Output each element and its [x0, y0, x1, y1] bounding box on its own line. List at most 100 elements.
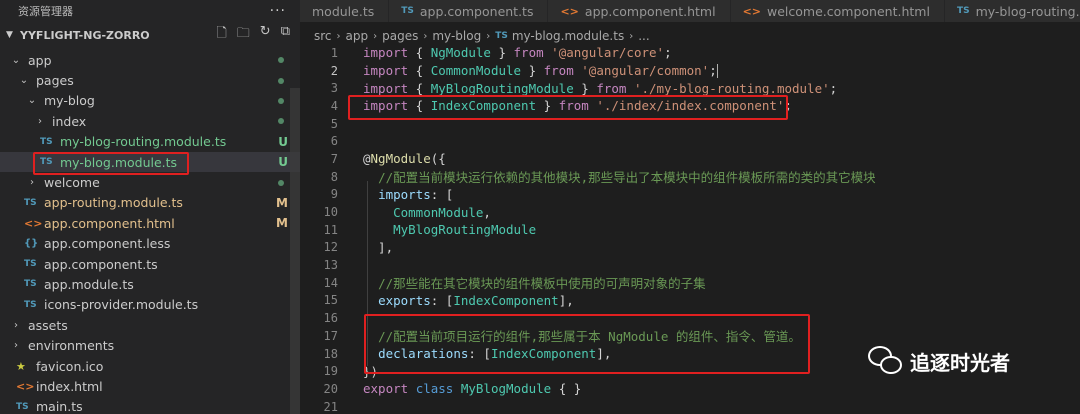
ts-file-icon: TS — [24, 299, 37, 310]
breadcrumb-item[interactable]: app — [346, 29, 369, 43]
editor-tab[interactable]: TS my-blog-routing.module.ts — [944, 0, 1080, 22]
explorer-header: 资源管理器 ··· — [0, 0, 300, 22]
tree-item-label: environments — [28, 338, 115, 354]
tree-folder[interactable]: › assets — [0, 315, 300, 335]
git-status-badge: M — [276, 216, 288, 231]
editor-tab[interactable]: TS app.component.ts — [389, 0, 549, 22]
editor-tab[interactable]: <> welcome.component.html — [730, 0, 945, 22]
code-line[interactable]: 2 import { CommonModule } from '@angular/… — [300, 62, 1080, 80]
tab-label: app.component.html — [584, 3, 716, 19]
new-folder-icon[interactable]: 🗀 — [237, 24, 250, 46]
collapse-all-icon[interactable]: ⧉ — [281, 24, 290, 46]
tree-folder[interactable]: › welcome — [0, 172, 300, 192]
tree-file[interactable]: TS main.ts — [0, 397, 300, 414]
ts-file-icon: TS — [40, 136, 53, 147]
breadcrumb-item[interactable]: src — [314, 29, 332, 43]
tree-item-label: main.ts — [36, 399, 83, 414]
code-line[interactable]: 6 — [300, 132, 1080, 150]
line-number: 17 — [323, 328, 338, 343]
code-token: { — [408, 80, 431, 96]
tree-file[interactable]: ★ favicon.ico — [0, 356, 300, 376]
line-number: 14 — [323, 275, 338, 290]
ts-file-icon: TS — [495, 31, 508, 41]
ts-file-icon: TS — [956, 6, 970, 16]
tree-file[interactable]: <> index.html — [0, 376, 300, 396]
code-content: import { CommonModule } from '@angular/c… — [363, 63, 718, 79]
code-token: ({ — [430, 151, 446, 167]
code-token: : [ — [430, 292, 454, 308]
more-actions-icon[interactable]: ··· — [270, 3, 286, 19]
code-token: CommonModule — [430, 62, 522, 78]
line-number: 4 — [330, 98, 338, 113]
code-content: export class MyBlogModule { } — [363, 381, 581, 396]
code-token: import — [363, 62, 409, 78]
breadcrumb-item[interactable]: ... — [638, 29, 649, 43]
code-line[interactable]: 10 CommonModule, — [300, 203, 1080, 221]
tree-file[interactable]: <> app.component.html M — [0, 213, 300, 233]
code-token: //那些能在其它模块的组件模板中使用的可声明对象的子集 — [378, 276, 706, 292]
code-line[interactable]: 14 //那些能在其它模块的组件模板中使用的可声明对象的子集 — [300, 274, 1080, 292]
chevron-down-icon: ⌄ — [27, 95, 37, 107]
code-token: './my-blog-routing.module' — [633, 80, 830, 96]
tree-item-label: index — [52, 113, 87, 129]
code-line[interactable]: 20 export class MyBlogModule { } — [300, 380, 1080, 398]
code-content: CommonModule, — [363, 205, 491, 220]
new-file-icon[interactable]: 🗋 — [216, 24, 226, 46]
breadcrumb-item[interactable]: pages — [382, 29, 418, 43]
code-line[interactable]: 1 import { NgModule } from '@angular/core… — [300, 44, 1080, 62]
code-token: } — [521, 62, 544, 78]
breadcrumb-item[interactable]: my-blog.module.ts — [512, 29, 624, 43]
explorer-sidebar: 资源管理器 ··· ▼ YYFLIGHT-NG-ZORRO 🗋 🗀 ↻ ⧉ ⌄ a… — [0, 0, 300, 414]
breadcrumb-item[interactable]: my-blog — [432, 29, 481, 43]
chevron-down-icon: ⌄ — [19, 75, 29, 87]
code-token: export — [363, 381, 409, 397]
tree-folder[interactable]: ⌄ pages — [0, 70, 300, 90]
code-line[interactable]: 7 @NgModule({ — [300, 150, 1080, 168]
tree-file[interactable]: {} app.component.less — [0, 234, 300, 254]
change-indicator-dot — [278, 97, 284, 104]
project-section-header[interactable]: ▼ YYFLIGHT-NG-ZORRO 🗋 🗀 ↻ ⧉ — [0, 22, 300, 48]
code-token: { — [408, 62, 431, 78]
tree-item-label: assets — [28, 317, 68, 333]
editor-tab[interactable]: module.ts — [300, 0, 390, 22]
code-token: ; — [664, 45, 672, 61]
watermark-text: 追逐时光者 — [910, 350, 1010, 375]
code-content: imports: [ — [363, 187, 453, 202]
code-content: import { NgModule } from '@angular/core'… — [363, 45, 672, 60]
code-token: @ — [363, 151, 371, 167]
code-line[interactable]: 13 — [300, 256, 1080, 274]
project-name: YYFLIGHT-NG-ZORRO — [20, 28, 150, 42]
highlight-box-import-line — [348, 95, 788, 120]
tree-folder[interactable]: ⌄ app — [0, 50, 300, 70]
ts-file-icon: TS — [24, 259, 37, 270]
code-token: : [ — [430, 186, 454, 202]
tree-folder[interactable]: › environments — [0, 335, 300, 355]
line-number: 2 — [330, 63, 338, 78]
code-line[interactable]: 8 //配置当前模块运行依赖的其他模块,那些导出了本模块中的组件模板所需的类的其… — [300, 168, 1080, 186]
code-line[interactable]: 12 ], — [300, 239, 1080, 257]
tree-file[interactable]: TS my-blog-routing.module.ts U — [0, 132, 300, 152]
tree-file[interactable]: TS app.module.ts — [0, 274, 300, 294]
tree-file[interactable]: TS app-routing.module.ts M — [0, 193, 300, 213]
line-number: 5 — [330, 116, 338, 131]
code-line[interactable]: 9 imports: [ — [300, 186, 1080, 204]
html-file-icon: <> — [742, 4, 762, 18]
tree-folder[interactable]: ⌄ my-blog — [0, 91, 300, 111]
code-token: { — [408, 45, 431, 61]
refresh-icon[interactable]: ↻ — [260, 24, 271, 46]
tree-file[interactable]: TS icons-provider.module.ts — [0, 295, 300, 315]
tree-item-label: my-blog — [44, 93, 95, 109]
code-line[interactable]: 15 exports: [IndexComponent], — [300, 292, 1080, 310]
tab-label: app.component.ts — [419, 3, 534, 19]
editor-tab[interactable]: <> app.component.html — [548, 0, 731, 22]
wechat-icon — [868, 346, 902, 376]
chevron-down-icon: ▼ — [6, 30, 13, 40]
code-content: MyBlogRoutingModule — [363, 222, 536, 237]
sidebar-scrollbar[interactable] — [290, 88, 300, 414]
tree-folder[interactable]: › index — [0, 111, 300, 131]
code-line[interactable]: 21 — [300, 398, 1080, 414]
code-token: imports — [378, 186, 431, 202]
code-line[interactable]: 11 MyBlogRoutingModule — [300, 221, 1080, 239]
code-token: ], — [558, 292, 574, 308]
tree-file[interactable]: TS app.component.ts — [0, 254, 300, 274]
